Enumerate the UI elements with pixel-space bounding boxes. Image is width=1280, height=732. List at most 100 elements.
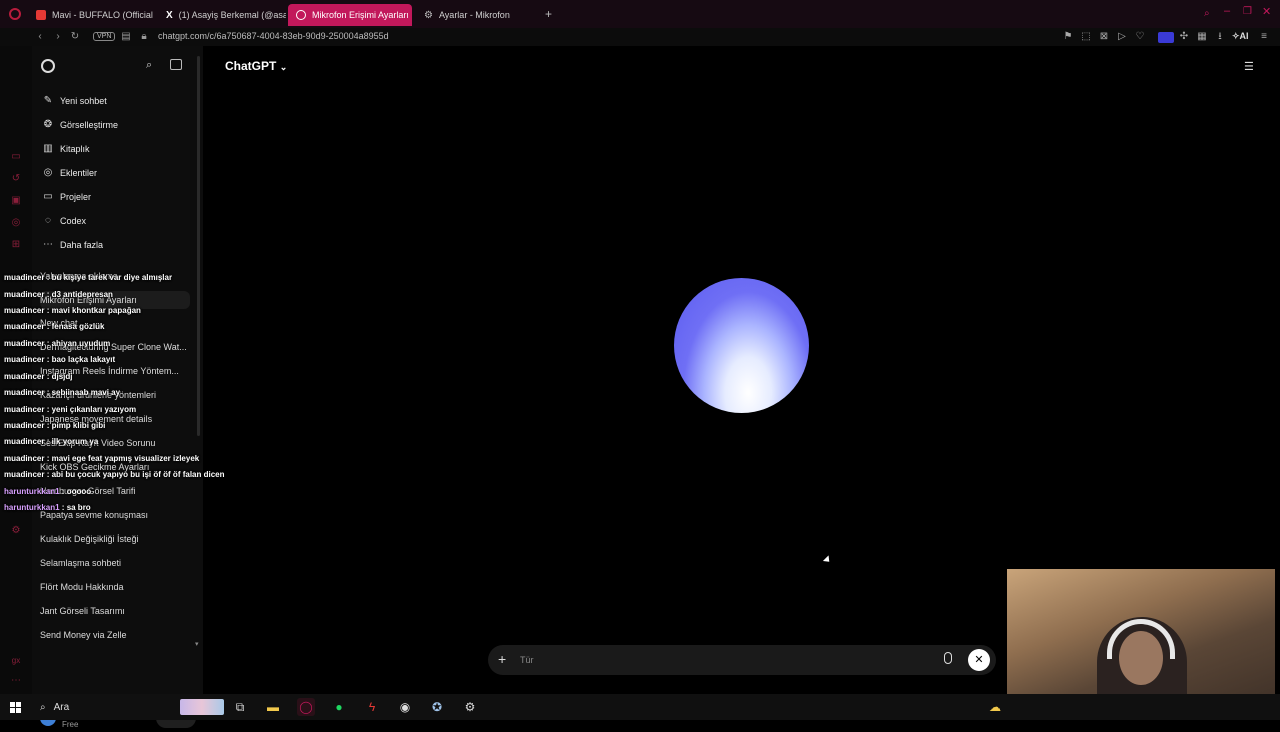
minimize-icon[interactable]: –: [1224, 5, 1230, 17]
model-selector[interactable]: ChatGPT ⌄: [225, 59, 287, 73]
tab-x[interactable]: X (1) Asayiş Berkemal (@asa: [158, 4, 286, 26]
chat-list-item[interactable]: Kulaklık Değişikliği İsteği: [40, 534, 139, 544]
more-rail-icon[interactable]: ⋯: [9, 674, 23, 688]
menu-icon[interactable]: ≡: [1258, 31, 1270, 43]
chat-message: muadincer : sebiinaab mavi ay: [4, 388, 121, 397]
taskbar-search[interactable]: ⌕ Ara: [32, 698, 172, 716]
tab-settings[interactable]: ⚙ Ayarlar - Mikrofon: [416, 4, 540, 26]
reload-icon[interactable]: ↻: [68, 30, 82, 44]
chat-list-item[interactable]: Send Money via Zelle: [40, 630, 127, 640]
composer: + Tür ✕: [488, 645, 996, 675]
more-icon: ⋯: [43, 239, 53, 250]
openai-logo-icon[interactable]: [41, 59, 55, 73]
extension-rail-icon[interactable]: gx: [9, 654, 23, 668]
tab-label: Ayarlar - Mikrofon: [438, 10, 510, 20]
obs-icon[interactable]: ◉: [396, 698, 414, 716]
weather-icon[interactable]: ☁: [986, 698, 1004, 716]
settings-sliders-icon[interactable]: ☰: [1244, 60, 1254, 73]
back-icon[interactable]: ‹: [33, 30, 47, 44]
sidebar-item-new-chat[interactable]: ✎ Yeni sohbet: [42, 90, 107, 112]
sidebar-item-plugins[interactable]: ◎ Eklentiler: [42, 162, 97, 184]
microphone-icon[interactable]: [944, 652, 952, 664]
message-input[interactable]: Tür: [520, 655, 534, 665]
bolt-app-icon[interactable]: ϟ: [363, 698, 381, 716]
forward-icon[interactable]: ›: [51, 30, 65, 44]
tab-label: Mavi - BUFFALO (Official M: [52, 10, 154, 20]
chat-message: muadincer : ilk yorum ya: [4, 437, 99, 446]
chat-message: muadincer : abi bu çocuk yapıyo bu işi ö…: [4, 470, 225, 479]
history-icon[interactable]: ↺: [9, 172, 23, 186]
sidebar-scrollbar[interactable]: [197, 56, 200, 436]
tab-label: Mikrofon Erişimi Ayarları: [312, 10, 409, 20]
sidebar-item-label: Kitaplık: [60, 144, 90, 154]
task-view-icon[interactable]: ⧉: [231, 698, 249, 716]
adblock-icon[interactable]: ⊠: [1098, 31, 1110, 43]
lock-icon[interactable]: 🔒︎: [137, 30, 151, 44]
snapshot-icon[interactable]: ⬚: [1080, 31, 1092, 43]
site-info-icon[interactable]: ▤: [119, 30, 133, 44]
opera-gx-icon[interactable]: ◯: [297, 698, 315, 716]
tab-chatgpt[interactable]: Mikrofon Erişimi Ayarları: [288, 4, 412, 26]
sidebar-item-label: Daha fazla: [60, 240, 104, 250]
codex-icon: ◌: [45, 215, 51, 226]
sidebar-item-label: Görselleştirme: [60, 120, 119, 130]
search-icon[interactable]: ⌕: [146, 59, 152, 72]
download-icon[interactable]: ⭳: [1214, 31, 1226, 43]
youtube-icon: [36, 10, 46, 20]
sidebar-toggle-icon[interactable]: [170, 59, 182, 70]
steam-icon[interactable]: ✪: [428, 698, 446, 716]
profile-plan: Free: [62, 720, 79, 729]
close-window-icon[interactable]: ✕: [1262, 5, 1271, 18]
chat-message: muadincer : mavi khontkar papağan: [4, 306, 141, 315]
extension-badge-icon[interactable]: [1158, 32, 1174, 43]
sidebar-item-label: Codex: [60, 216, 87, 226]
settings-rail-icon[interactable]: ⚙: [9, 524, 23, 538]
plugin-icon: ◎: [43, 167, 53, 178]
chatgpt-sidebar: ⌕ ✎ Yeni sohbet ❂ Görselleştirme ▥ Kitaplık…: [32, 46, 203, 729]
sidebar-item-label: Yeni sohbet: [60, 96, 107, 106]
maximize-icon[interactable]: ❐: [1243, 6, 1252, 17]
gear-icon: ⚙: [424, 9, 433, 21]
sidebar-item-projects[interactable]: ▭ Projeler: [42, 186, 91, 208]
plus-icon[interactable]: +: [498, 651, 506, 667]
scroll-down-icon[interactable]: ▾: [195, 640, 199, 648]
search-tabs-icon[interactable]: ⌕: [1204, 8, 1210, 19]
chat-list-item[interactable]: Flört Modu Hakkında: [40, 582, 124, 592]
url-field[interactable]: chatgpt.com/c/6a750687-4004-83eb-90d9-25…: [158, 31, 389, 41]
search-icon: ⌕: [40, 701, 46, 713]
chat-message: muadincer : bao laçka lakayıt: [4, 355, 116, 364]
chat-message: muadincer : fenasa gözlük: [4, 322, 105, 331]
opera-logo-icon[interactable]: [9, 8, 21, 20]
close-voice-button[interactable]: ✕: [968, 649, 990, 671]
bookmark-icon[interactable]: ⚑: [1062, 31, 1074, 43]
gallery-icon[interactable]: ▦: [1196, 31, 1208, 43]
chat-message: muadincer : bu kişiye tarek var diye alm…: [4, 273, 173, 282]
puzzle-icon[interactable]: ✣: [1178, 31, 1190, 43]
search-highlight-image[interactable]: [180, 699, 224, 715]
chatgpt-icon: [296, 10, 306, 20]
file-explorer-icon[interactable]: ▬: [264, 698, 282, 716]
player-icon[interactable]: ⊞: [9, 238, 23, 252]
ai-button[interactable]: ✧AI: [1232, 31, 1249, 42]
sidebar-item-library[interactable]: ▥ Kitaplık: [42, 138, 90, 160]
vpn-badge[interactable]: VPN: [93, 32, 116, 41]
sidebar-item-images[interactable]: ❂ Görselleştirme: [42, 114, 118, 136]
sidebar-item-codex[interactable]: ◌ Codex: [42, 210, 86, 232]
gaming-icon[interactable]: ◎: [9, 216, 23, 230]
mouse-cursor: [822, 555, 833, 565]
wallet-icon[interactable]: ▣: [9, 194, 23, 208]
chat-list-item[interactable]: Jant Görseli Tasarımı: [40, 606, 125, 616]
sidebar-item-label: Eklentiler: [60, 168, 98, 178]
image-icon: ❂: [43, 119, 53, 130]
play-icon[interactable]: ▷: [1116, 31, 1128, 43]
sidebar-item-more[interactable]: ⋯ Daha fazla: [42, 234, 103, 256]
messenger-icon[interactable]: ▭: [9, 150, 23, 164]
heart-icon[interactable]: ♡: [1134, 31, 1146, 43]
windows-start-icon[interactable]: [10, 702, 21, 713]
spotify-icon[interactable]: ●: [330, 698, 348, 716]
chat-list-item[interactable]: Selamlaşma sohbeti: [40, 558, 121, 568]
folder-icon: ▭: [43, 191, 53, 202]
new-tab-button[interactable]: +: [545, 7, 552, 21]
settings-app-icon[interactable]: ⚙: [461, 698, 479, 716]
tab-youtube[interactable]: Mavi - BUFFALO (Official M: [28, 4, 154, 26]
